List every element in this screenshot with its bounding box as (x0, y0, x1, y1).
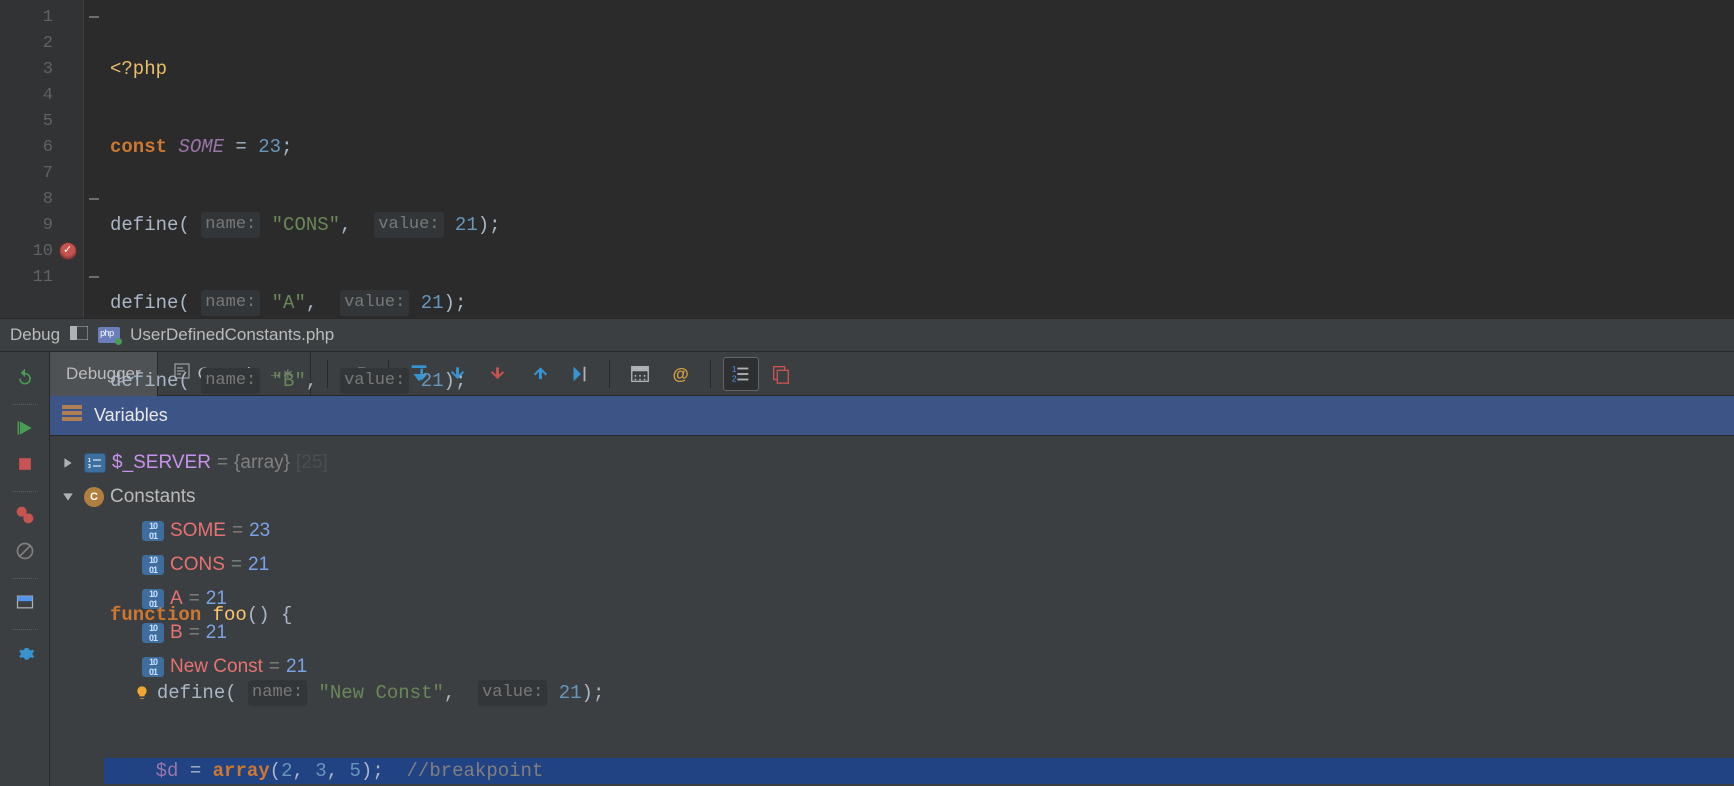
code-line[interactable] (104, 524, 1734, 550)
layout-button[interactable] (10, 587, 40, 617)
fold-strip[interactable] (84, 0, 104, 318)
constant-group-icon: C (84, 487, 104, 507)
expand-icon[interactable] (62, 457, 78, 469)
code-editor[interactable]: 1 2 3 4 5 6 7 8 9 10 11 <?php const SOME… (0, 0, 1734, 318)
line-number: 8 (43, 190, 53, 209)
code-line[interactable]: define( name: "New Const", value: 21); (104, 680, 1734, 706)
settings-button[interactable] (10, 638, 40, 668)
code-line[interactable]: define( name: "A", value: 21); (104, 290, 1734, 316)
variables-icon (62, 405, 82, 426)
svg-text:3: 3 (88, 464, 91, 469)
debug-title: Debug (10, 325, 60, 345)
line-number: 2 (43, 34, 53, 53)
line-number: 9 (43, 216, 53, 235)
collapse-icon[interactable] (62, 491, 78, 503)
breakpoint-icon[interactable] (59, 242, 77, 260)
layout-icon (70, 325, 88, 345)
fold-icon[interactable] (89, 16, 99, 18)
code-line[interactable]: function foo() { (104, 602, 1734, 628)
line-number: 11 (33, 268, 53, 287)
php-file-icon (98, 327, 120, 343)
line-number: 6 (43, 138, 53, 157)
code-line[interactable]: <?php (104, 56, 1734, 82)
code-line[interactable]: define( name: "CONS", value: 21); (104, 212, 1734, 238)
ide-window: 1 2 3 4 5 6 7 8 9 10 11 <?php const SOME… (0, 0, 1734, 786)
code-line[interactable]: define( name: "B", value: 21); (104, 368, 1734, 394)
code-area[interactable]: <?php const SOME = 23; define( name: "CO… (104, 0, 1734, 318)
rerun-button[interactable] (10, 362, 40, 392)
line-number: 10 (33, 242, 53, 261)
code-line[interactable]: const SOME = 23; (104, 134, 1734, 160)
intention-bulb-icon[interactable] (133, 684, 151, 702)
line-number: 1 (43, 8, 53, 27)
resume-button[interactable] (10, 413, 40, 443)
debug-side-toolbar (0, 352, 50, 786)
mute-breakpoints-button[interactable] (10, 536, 40, 566)
code-line[interactable] (104, 446, 1734, 472)
code-line-current[interactable]: $d = array(2, 3, 5); //breakpoint (104, 758, 1734, 784)
line-number: 7 (43, 164, 53, 183)
line-gutter[interactable]: 1 2 3 4 5 6 7 8 9 10 11 (0, 0, 84, 318)
line-number: 3 (43, 60, 53, 79)
line-number: 5 (43, 112, 53, 131)
fold-icon[interactable] (89, 198, 99, 200)
fold-end-icon[interactable] (89, 276, 99, 278)
view-breakpoints-button[interactable] (10, 500, 40, 530)
line-number: 4 (43, 86, 53, 105)
array-icon: 13 (84, 453, 106, 473)
stop-button[interactable] (10, 449, 40, 479)
